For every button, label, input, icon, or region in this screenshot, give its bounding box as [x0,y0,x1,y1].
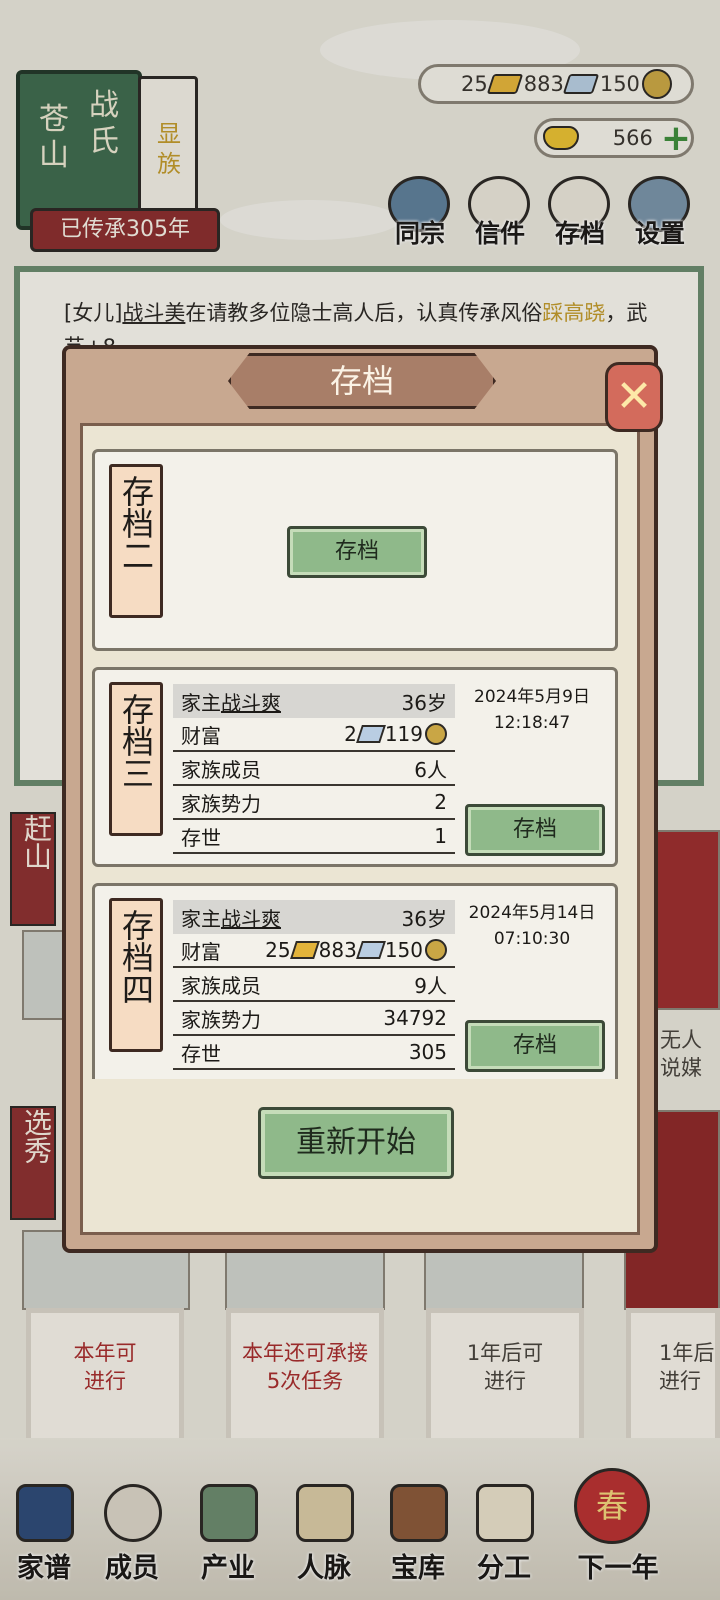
info-row-power: 家族势力 34792 [173,1002,455,1036]
close-button[interactable]: ✕ [605,362,663,432]
save-slot: 存档四 家主战斗爽 36岁 财富 25 883 150 家族成员 9人 家族势力 34792… [92,883,618,1079]
save-timestamp: 2024年5月9日 12:18:47 [474,687,590,733]
info-row-head: 家主战斗爽 36岁 [173,684,455,718]
save-slot: 存档二 存档 [92,449,618,651]
silver-bar-icon [355,941,386,959]
save-slot: 存档三 家主战斗爽 36岁 财富 2 119 家族成员 6人 家族势力 2 存世 1 202… [92,667,618,867]
family-head-link[interactable]: 战斗爽 [221,691,281,715]
coin-icon [425,723,447,745]
info-row-wealth: 财富 25 883 150 [173,934,455,968]
save-slot-list[interactable]: 存档二 存档 存档三 家主战斗爽 36岁 财富 2 119 家族成员 6人 家族势力 2 … [88,449,622,1079]
info-row-wealth: 财富 2 119 [173,718,455,752]
info-row-generation: 存世 1 [173,820,455,854]
save-timestamp: 2024年5月14日 07:10:30 [468,903,596,949]
family-head-link[interactable]: 战斗爽 [221,907,281,931]
info-row-members: 家族成员 9人 [173,968,455,1002]
save-button[interactable]: 存档 [287,526,427,578]
dialog-title: 存档 [228,353,496,409]
close-icon: ✕ [615,371,653,422]
gold-bar-icon [289,941,320,959]
info-row-head: 家主战斗爽 36岁 [173,900,455,934]
slot-name: 存档四 [109,898,163,1052]
save-button[interactable]: 存档 [465,804,605,856]
silver-bar-icon [355,725,386,743]
slot-info: 家主战斗爽 36岁 财富 25 883 150 家族成员 9人 家族势力 34792 存世 3… [173,900,455,1070]
save-dialog: 存档 存档二 存档 存档三 家主战斗爽 36岁 财富 2 119 家族成员 6人 家族势… [62,345,658,1253]
slot-name: 存档三 [109,682,163,836]
info-row-members: 家族成员 6人 [173,752,455,786]
slot-info: 家主战斗爽 36岁 财富 2 119 家族成员 6人 家族势力 2 存世 1 [173,684,455,854]
info-row-generation: 存世 305 [173,1036,455,1070]
slot-name: 存档二 [109,464,163,618]
restart-button[interactable]: 重新开始 [258,1107,454,1179]
save-button[interactable]: 存档 [465,1020,605,1072]
coin-icon [425,939,447,961]
info-row-power: 家族势力 2 [173,786,455,820]
